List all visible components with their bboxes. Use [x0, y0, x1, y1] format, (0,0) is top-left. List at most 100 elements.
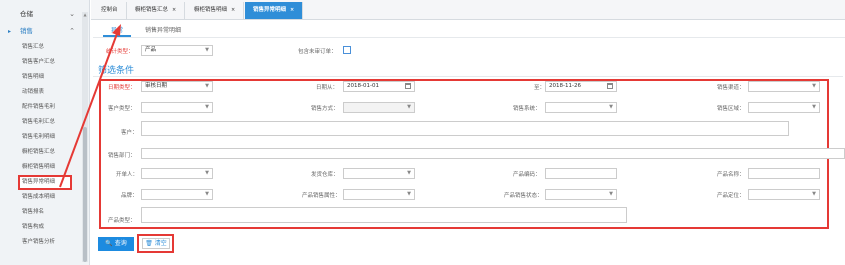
sales-region-select[interactable]: ▼ — [748, 102, 820, 113]
subtab-exception[interactable]: 异常 — [111, 25, 123, 34]
caret-right-icon: ▸ — [8, 28, 12, 35]
clear-button-label: 清空 — [154, 240, 167, 247]
product-position-select[interactable]: ▼ — [748, 189, 820, 200]
product-type-label: 产品类型： — [108, 218, 136, 224]
tab-label: 橱柜销售明细 — [194, 7, 228, 13]
sidebar-scrollbar[interactable]: ▲ — [82, 12, 88, 262]
sidebar-item-sales-summary[interactable]: 销售汇总 — [0, 40, 89, 55]
sidebar-item-sales-customer-summary[interactable]: 销售客户汇总 — [0, 55, 89, 70]
sidebar-item-cabinet-summary[interactable]: 橱柜销售汇总 — [0, 145, 89, 160]
sales-channel-select[interactable]: ▼ — [748, 81, 820, 92]
sidebar-group-label: 销售 — [20, 27, 33, 35]
clear-icon: 🗑 — [145, 240, 153, 247]
sales-dept-input[interactable] — [141, 148, 845, 159]
product-type-input[interactable] — [141, 207, 627, 223]
sidebar-item-customer-analysis[interactable]: 客户销售分析 — [0, 235, 89, 250]
product-name-input[interactable] — [748, 168, 820, 179]
dropdown-arrow-icon: ▼ — [609, 104, 613, 110]
input-value: 2018-11-26 — [549, 83, 581, 89]
date-from-label: 日期从： — [316, 85, 339, 91]
warehouse-select[interactable]: ▼ — [343, 168, 415, 179]
close-icon[interactable]: × — [172, 7, 176, 13]
sidebar-item-sales-detail[interactable]: 销售明细 — [0, 70, 89, 85]
creator-select[interactable]: ▼ — [141, 168, 213, 179]
tab-sales-exception[interactable]: 销售异常明细 × — [245, 2, 304, 19]
calendar-icon[interactable] — [405, 83, 411, 89]
date-to-label: 至： — [534, 85, 546, 91]
tab-console[interactable]: 控制台 — [93, 2, 127, 19]
stat-type-label: 统计类型： — [106, 49, 134, 55]
warehouse-label: 发货仓库： — [311, 172, 339, 178]
tab-label: 控制台 — [101, 7, 118, 13]
tab-cabinet-summary[interactable]: 橱柜销售汇总 × — [127, 2, 186, 19]
query-button-label: 查询 — [114, 240, 127, 247]
dropdown-arrow-icon: ▼ — [812, 191, 816, 197]
subtab-exception-detail[interactable]: 销售异常明细 — [145, 25, 181, 34]
select-value: 产品 — [145, 47, 157, 53]
filter-section-title: 筛选条件 — [98, 66, 135, 76]
scroll-up-icon[interactable]: ▲ — [82, 12, 88, 18]
sidebar-item-sales-ranking[interactable]: 销售排名 — [0, 205, 89, 220]
tab-bar: 控制台 橱柜销售汇总 × 橱柜销售明细 × 销售异常明细 × — [91, 0, 845, 20]
sidebar-item-margin-summary[interactable]: 销售毛利汇总 — [0, 115, 89, 130]
sidebar-item-parts-margin[interactable]: 配件销售毛利 — [0, 100, 89, 115]
sidebar: 仓储 ⌄ ▸ 销售 ⌃ 销售汇总 销售客户汇总 销售明细 动销报表 配件销售毛利… — [0, 0, 90, 265]
sidebar-item-sales-movement[interactable]: 动销报表 — [0, 85, 89, 100]
chevron-up-icon: ⌃ — [69, 27, 75, 35]
sidebar-item-margin-detail[interactable]: 销售毛利明细 — [0, 130, 89, 145]
clear-button[interactable]: 🗑 清空 — [142, 238, 170, 249]
sales-region-label: 销售区域： — [717, 106, 745, 112]
dropdown-arrow-icon: ▼ — [812, 83, 816, 89]
dropdown-arrow-icon: ▼ — [812, 104, 816, 110]
sidebar-item-cabinet-detail[interactable]: 橱柜销售明细 — [0, 160, 89, 175]
include-unreviewed-label: 包含未审订单： — [298, 49, 337, 55]
sales-system-label: 销售系统： — [513, 106, 541, 112]
product-code-label: 产品编码： — [513, 172, 541, 178]
date-type-select[interactable]: 审核日期 ▼ — [141, 81, 213, 92]
customer-label: 客户： — [121, 130, 138, 136]
sidebar-item-sales-cost[interactable]: 销售成本明细 — [0, 190, 89, 205]
sales-method-select[interactable]: ▼ — [343, 102, 415, 113]
calendar-icon[interactable] — [607, 83, 613, 89]
sidebar-group-label: 仓储 — [20, 10, 33, 18]
sales-channel-label: 销售渠道： — [717, 85, 745, 91]
close-icon[interactable]: × — [290, 7, 294, 13]
product-sale-status-label: 产品销售状态： — [504, 193, 543, 199]
product-sale-status-select[interactable]: ▼ — [545, 189, 617, 200]
close-icon[interactable]: × — [231, 7, 235, 13]
sales-method-label: 销售方式： — [311, 106, 339, 112]
search-icon: 🔍 — [105, 240, 113, 247]
date-to-input[interactable]: 2018-11-26 — [545, 81, 617, 92]
dropdown-arrow-icon: ▼ — [205, 83, 209, 89]
dropdown-arrow-icon: ▼ — [205, 191, 209, 197]
sidebar-group-sales[interactable]: ▸ 销售 ⌃ — [0, 23, 89, 40]
brand-label: 品牌： — [121, 193, 138, 199]
product-position-label: 产品定位： — [717, 193, 745, 199]
sales-system-select[interactable]: ▼ — [545, 102, 617, 113]
product-sale-attr-select[interactable]: ▼ — [343, 189, 415, 200]
product-sale-attr-label: 产品销售属性： — [302, 193, 341, 199]
customer-type-label: 客户类型： — [108, 106, 136, 112]
brand-select[interactable]: ▼ — [141, 189, 213, 200]
creator-label: 开单人： — [116, 172, 139, 178]
tab-label: 橱柜销售汇总 — [135, 7, 169, 13]
product-code-input[interactable] — [545, 168, 617, 179]
date-from-input[interactable]: 2018-01-01 — [343, 81, 415, 92]
customer-input[interactable] — [141, 121, 789, 136]
select-value: 审核日期 — [145, 83, 168, 89]
query-button[interactable]: 🔍 查询 — [98, 237, 134, 251]
customer-type-select[interactable]: ▼ — [141, 102, 213, 113]
tab-cabinet-detail[interactable]: 橱柜销售明细 × — [186, 2, 245, 19]
dropdown-arrow-icon: ▼ — [407, 104, 411, 110]
sidebar-item-sales-exception[interactable]: 销售异常明细 — [18, 175, 72, 190]
include-unreviewed-checkbox[interactable] — [343, 46, 351, 54]
scrollbar-thumb[interactable] — [83, 127, 87, 262]
dropdown-arrow-icon: ▼ — [205, 104, 209, 110]
sidebar-item-sales-composition[interactable]: 销售构成 — [0, 220, 89, 235]
tab-label: 销售异常明细 — [253, 7, 287, 13]
sidebar-group-warehouse[interactable]: 仓储 ⌄ — [0, 6, 89, 23]
dropdown-arrow-icon: ▼ — [407, 170, 411, 176]
stat-type-select[interactable]: 产品 ▼ — [141, 45, 213, 56]
divider — [93, 76, 843, 77]
clear-highlight-box: 🗑 清空 — [137, 234, 174, 253]
